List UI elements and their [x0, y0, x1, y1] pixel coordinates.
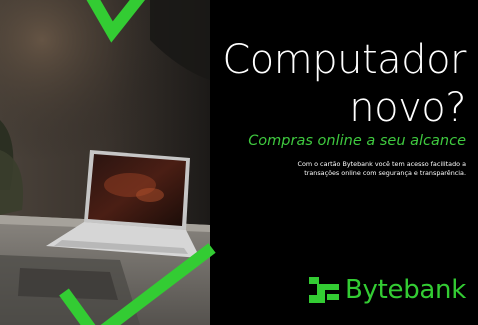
headline-line-2: novo? — [349, 85, 466, 131]
tagline: Compras online a seu alcance — [248, 133, 466, 149]
body-copy-line-1: Com o cartão Bytebank você tem acesso fa… — [297, 160, 466, 168]
brand-name: Bytebank — [345, 275, 466, 305]
body-copy: Com o cartão Bytebank você tem acesso fa… — [226, 160, 466, 178]
check-icon-bottom — [59, 243, 216, 325]
headline: Computador novo? — [206, 36, 466, 132]
body-copy-line-2: transações online com segurança e transp… — [304, 169, 466, 177]
bytebank-logo-icon — [309, 277, 339, 303]
headline-line-1: Computador — [222, 37, 466, 83]
ad-banner: Computador novo? Compras online a seu al… — [0, 0, 478, 325]
check-icon-top — [86, 0, 145, 43]
brand-logo: Bytebank — [309, 272, 466, 308]
